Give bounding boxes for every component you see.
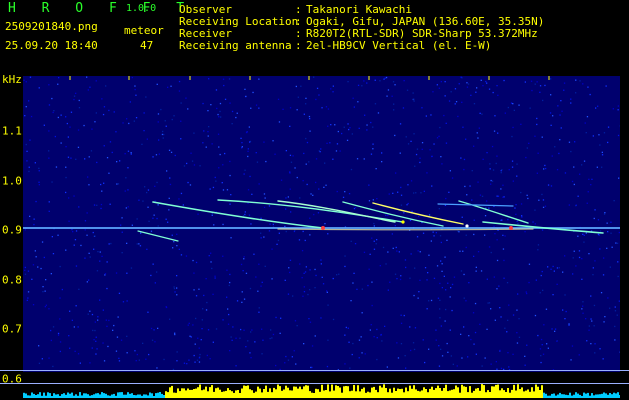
meteor-head: [321, 226, 325, 230]
meteor-head: [509, 226, 513, 230]
app-version: 1.0.0: [126, 3, 157, 14]
antenna-sep: :: [295, 39, 302, 52]
freq-tick: 1.1: [2, 124, 22, 138]
freq-tick: 0.8: [2, 273, 22, 287]
freq-tick: 1.0: [2, 174, 22, 188]
app-name: H R O F F T: [8, 1, 194, 16]
reference-line-upper: [0, 370, 629, 371]
freq-tick: 0.9: [2, 223, 22, 237]
meteor-head: [465, 224, 469, 228]
reference-line-lower: [0, 383, 629, 384]
freq-tick: 0.7: [2, 322, 22, 336]
meteor-count: 47: [140, 39, 154, 52]
file-datetime: 25.09.20 18:40: [5, 39, 98, 52]
antenna-label: Receiving antenna: [179, 39, 292, 52]
spectrogram: [23, 76, 620, 398]
meteor-head: [401, 220, 405, 224]
file-name: 2509201840.png: [5, 20, 98, 33]
y-unit-label: kHz: [2, 73, 22, 86]
header-panel: H R O F F T 1.0.0 2509201840.png 25.09.2…: [0, 0, 629, 76]
spectrogram-background: [23, 76, 620, 398]
meteor-label: meteor: [124, 24, 164, 37]
antenna-value: 2el-HB9CV Vertical (el. E-W): [306, 39, 492, 52]
